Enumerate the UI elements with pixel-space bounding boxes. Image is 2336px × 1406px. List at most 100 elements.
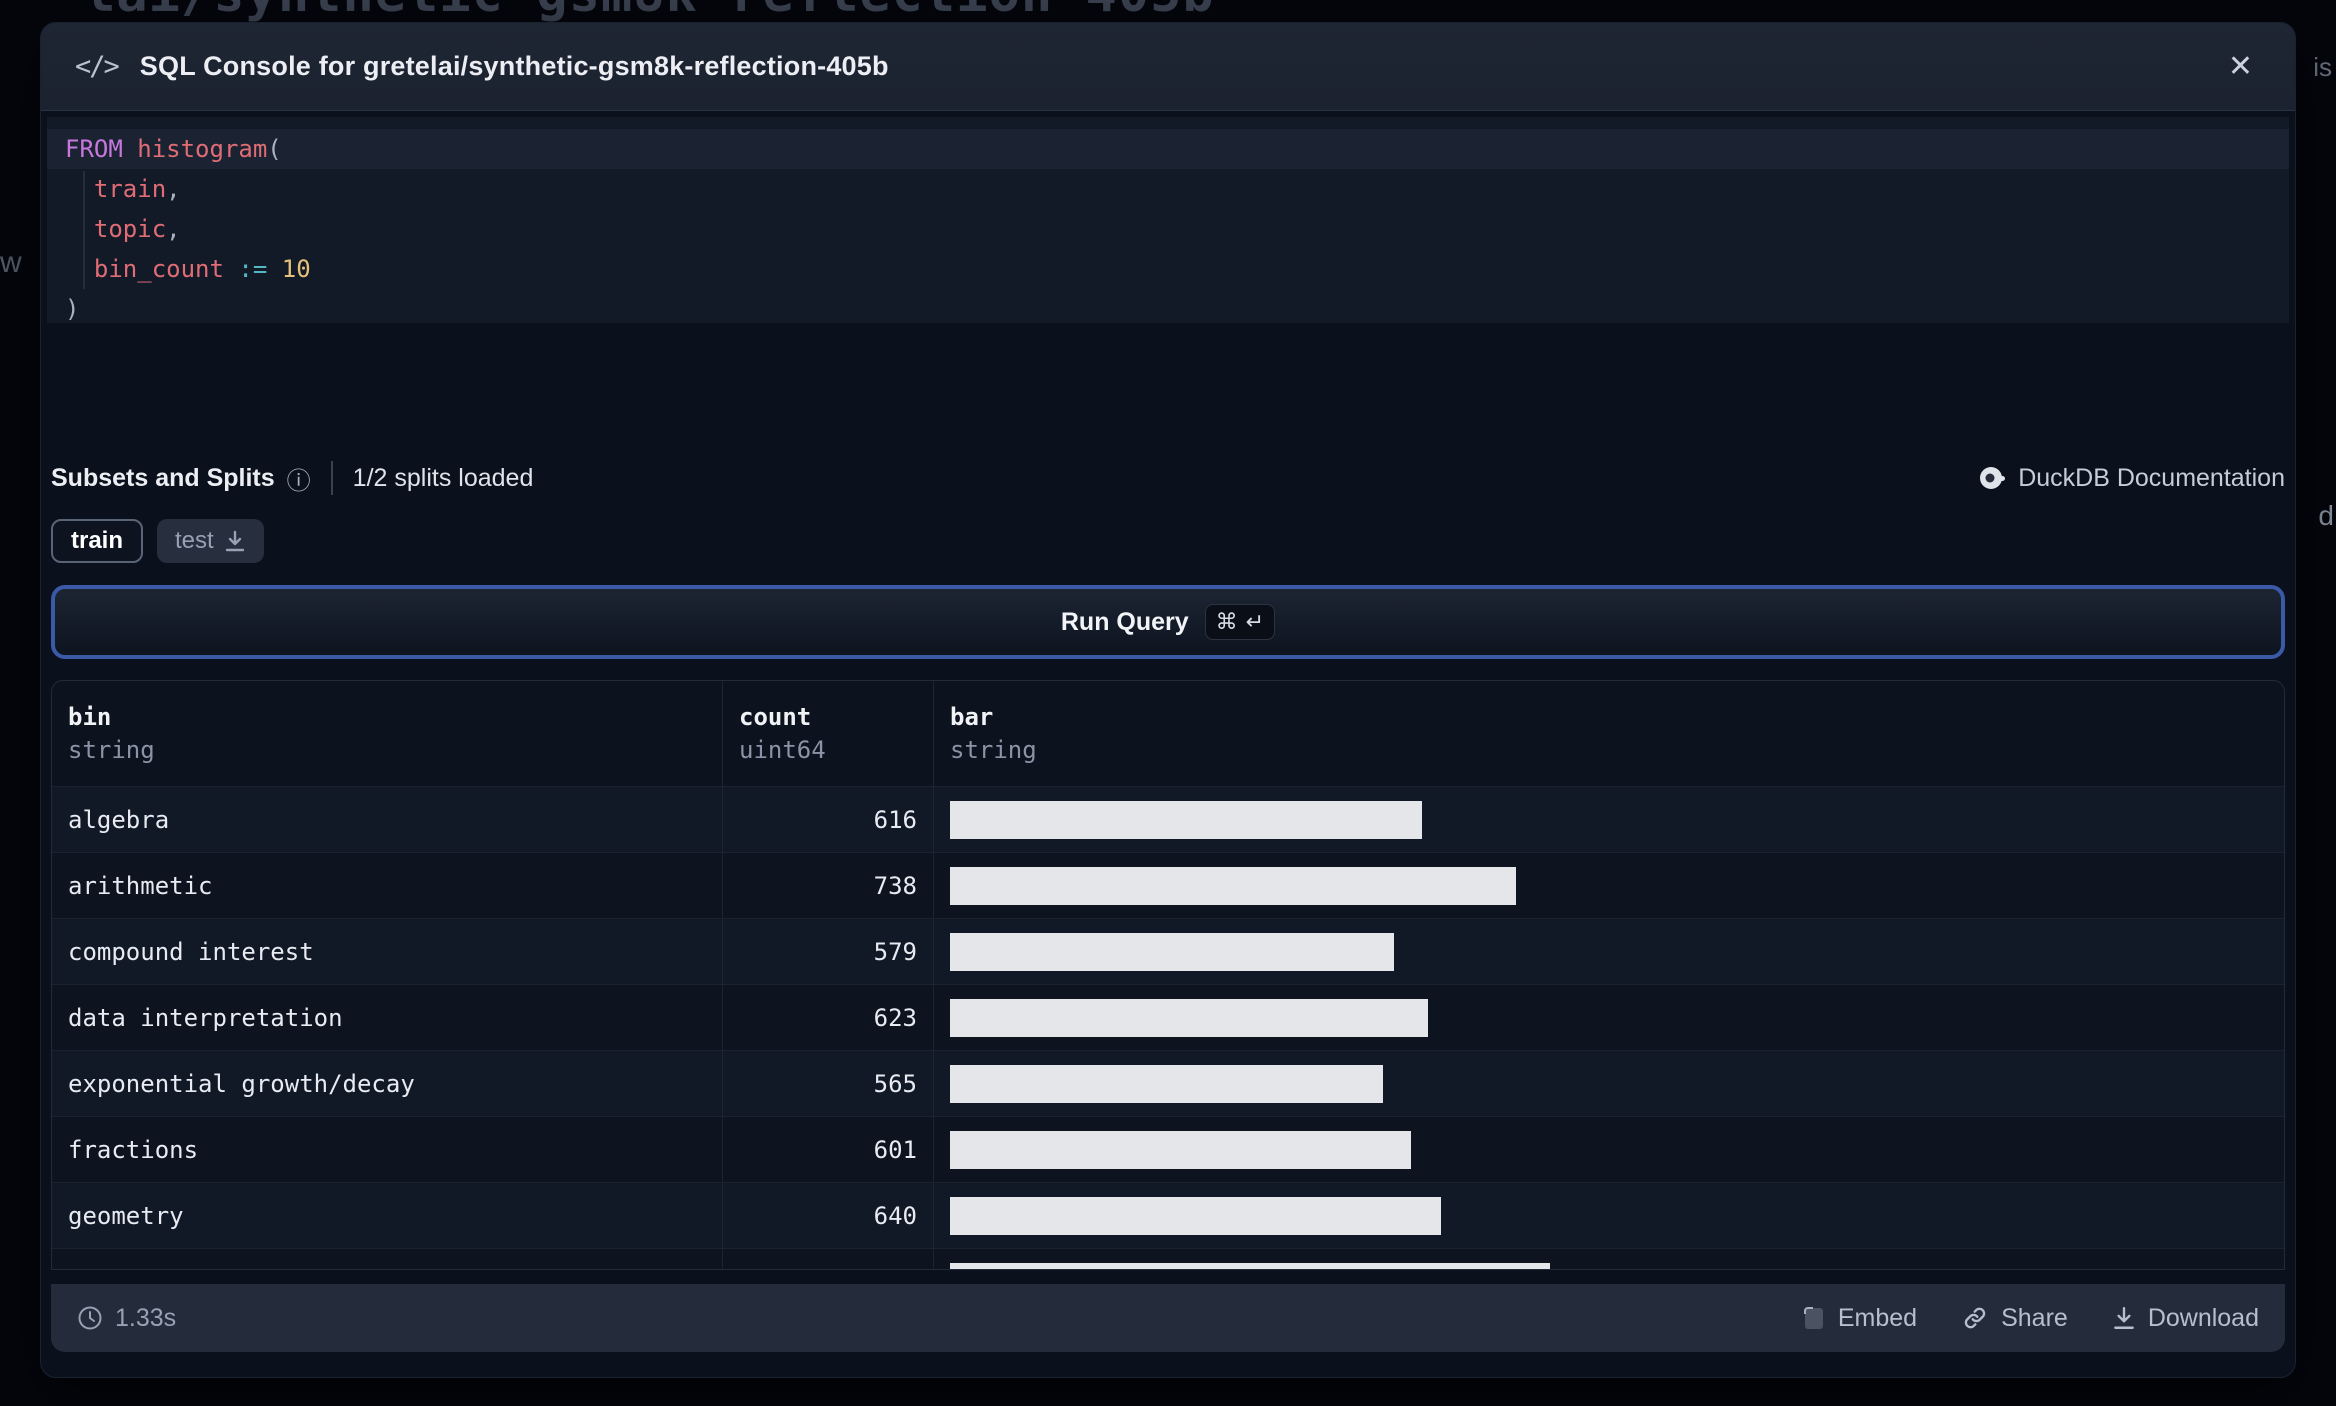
indent-guide [83,171,85,289]
cell-bar [934,1051,2284,1116]
column-header-bin[interactable]: bin string [52,681,723,786]
histogram-bar [950,866,1516,905]
code-line[interactable]: FROM histogram( [47,129,2289,169]
run-query-label: Run Query [1060,607,1189,636]
split-chip-label: test [175,527,214,554]
subsets-and-splits-bar: Subsets and Splits ⓘ 1/2 splits loaded D… [41,455,2295,501]
cell-bin: data interpretation [52,985,723,1050]
histogram-bar [950,1196,1441,1235]
splits-loaded-status: 1/2 splits loaded [352,463,534,492]
background-text-fragment: d [2318,500,2334,531]
cell-bar [934,853,2284,918]
cell-bar [934,919,2284,984]
results-table-header: bin string count uint64 bar string [52,681,2284,787]
table-row: arithmetic 738 [52,853,2284,919]
cell-count: 738 [723,853,934,918]
results-table: bin string count uint64 bar string algeb… [51,680,2285,1270]
close-icon[interactable]: ✕ [2220,46,2261,88]
results-footer: 1.33s Embed Share Download [51,1284,2285,1352]
column-name: bar [950,703,994,732]
embed-label: Embed [1837,1303,1918,1332]
embed-button[interactable]: Embed [1802,1304,1917,1333]
column-type: uint64 [739,735,826,764]
cell-bin: compound interest [52,919,723,984]
run-query-button[interactable]: Run Query ⌘ ↵ [51,585,2285,659]
cell-bar [934,787,2284,852]
footer-actions: Embed Share Download [1802,1304,2259,1333]
histogram-bar [950,1130,1411,1169]
cell-count: 565 [723,1051,934,1116]
duckdb-documentation-link[interactable]: DuckDB Documentation [1978,464,2285,493]
duckdb-logo-icon [1980,467,2006,489]
query-duration-value: 1.33s [115,1303,177,1332]
background-page-title: lai/synthetic-gsm8k-reflection-405b [84,0,1215,24]
cell-count: 623 [723,985,934,1050]
keyboard-shortcut-badge: ⌘ ↵ [1204,604,1276,640]
code-icon: </> [75,51,120,82]
download-button[interactable]: Download [2112,1304,2259,1333]
cell-bin: arithmetic [52,853,723,918]
column-name: bin [68,703,112,732]
link-icon [1964,1307,1986,1329]
histogram-bar [950,932,1394,971]
column-name: count [739,703,812,732]
cell-count [723,1249,934,1269]
table-row: data interpretation 623 [52,985,2284,1051]
modal-title: SQL Console for gretelai/synthetic-gsm8k… [139,51,889,81]
split-chips: train test [41,519,2295,563]
download-icon [225,530,244,552]
download-label: Download [2147,1303,2259,1332]
share-label: Share [2001,1303,2068,1332]
cell-bin: algebra [52,787,723,852]
cell-count: 640 [723,1183,934,1248]
cell-bin [52,1249,723,1269]
code-line[interactable]: ) [47,289,2289,329]
share-button[interactable]: Share [1961,1304,2068,1333]
background-text-fragment: w [0,246,22,279]
clock-icon [78,1306,102,1330]
download-icon [2113,1307,2134,1329]
table-row: exponential growth/decay 565 [52,1051,2284,1117]
cmd-key-icon: ⌘ [1215,609,1238,634]
column-header-count[interactable]: count uint64 [723,681,934,786]
split-chip-test[interactable]: test [157,519,264,563]
cell-bin: fractions [52,1117,723,1182]
split-chip-train[interactable]: train [51,519,144,563]
column-type: string [950,735,1037,764]
info-icon[interactable]: ⓘ [287,461,311,496]
enter-key-icon: ↵ [1245,609,1265,634]
cell-bin: geometry [52,1183,723,1248]
cell-bin: exponential growth/decay [52,1051,723,1116]
histogram-bar [950,1262,1550,1269]
code-line[interactable]: bin_count := 10 [47,249,2289,289]
histogram-bar [950,998,1428,1037]
sql-console-modal: </> SQL Console for gretelai/synthetic-g… [40,22,2296,1378]
cell-count: 616 [723,787,934,852]
split-chip-label: train [71,527,124,554]
query-duration: 1.33s [77,1304,176,1333]
cell-bar [934,1183,2284,1248]
table-row: fractions 601 [52,1117,2284,1183]
column-type: string [68,735,155,764]
table-row: algebra 616 [52,787,2284,853]
background-text-fragment: is [2313,52,2332,82]
cell-count: 579 [723,919,934,984]
histogram-bar [950,800,1422,839]
cell-count: 601 [723,1117,934,1182]
code-line[interactable]: topic, [47,209,2289,249]
cell-bar [934,1249,2284,1269]
duckdb-documentation-label: DuckDB Documentation [2018,463,2285,492]
sql-editor[interactable]: FROM histogram( train, topic, bin_count … [47,117,2289,323]
code-line[interactable]: train, [47,169,2289,209]
table-row: compound interest 579 [52,919,2284,985]
divider [330,461,333,495]
cell-bar [934,985,2284,1050]
cell-bar [934,1117,2284,1182]
table-row [52,1249,2284,1269]
column-header-bar[interactable]: bar string [934,681,2284,786]
embed-icon [1803,1307,1823,1329]
modal-header: </> SQL Console for gretelai/synthetic-g… [41,23,2295,111]
results-table-body: algebra 616 arithmetic 738 compound interest… [52,787,2284,1269]
table-row: geometry 640 [52,1183,2284,1249]
histogram-bar [950,1064,1383,1103]
